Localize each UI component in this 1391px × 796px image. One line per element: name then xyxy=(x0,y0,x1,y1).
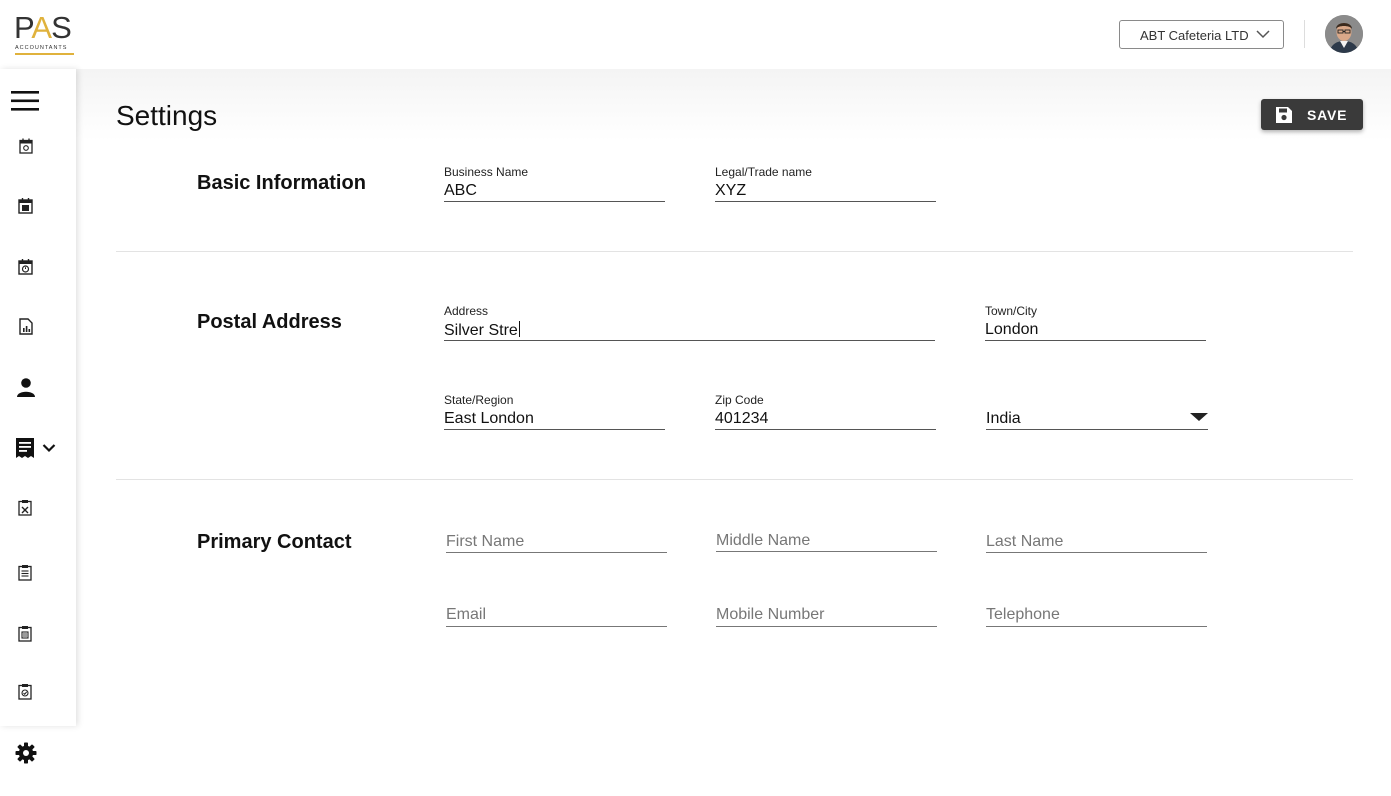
logo-underline xyxy=(15,53,74,55)
company-selector[interactable]: ABT Cafeteria LTD xyxy=(1119,20,1284,49)
zip-code-label: Zip Code xyxy=(715,393,764,407)
dropdown-arrow-icon xyxy=(1190,413,1208,421)
legal-trade-name-field[interactable]: Legal/Trade name XYZ xyxy=(715,165,936,202)
country-value: India xyxy=(986,410,1021,427)
zip-code-value: 401234 xyxy=(715,410,769,427)
section-title-basic-information: Basic Information xyxy=(197,172,366,194)
last-name-field[interactable]: Last Name xyxy=(986,521,1207,553)
section-title-primary-contact: Primary Contact xyxy=(197,531,352,553)
address-field[interactable]: Address Silver Stre xyxy=(444,304,935,341)
logo-letters: PAS xyxy=(14,10,72,45)
section-divider xyxy=(116,479,1353,480)
sidebar xyxy=(0,69,76,726)
report-icon[interactable] xyxy=(18,318,34,340)
mobile-number-field[interactable]: Mobile Number xyxy=(716,595,937,627)
business-name-label: Business Name xyxy=(444,165,529,179)
page-header-band xyxy=(76,69,1391,141)
business-name-value: ABC xyxy=(444,182,477,199)
calendar-clock-icon[interactable] xyxy=(18,258,34,280)
town-city-label: Town/City xyxy=(985,304,1038,318)
text-cursor xyxy=(518,321,520,337)
save-button[interactable]: SAVE xyxy=(1261,99,1363,130)
country-select[interactable]: India xyxy=(986,398,1208,430)
calendar-icon[interactable] xyxy=(19,138,33,159)
email-placeholder: Email xyxy=(446,606,487,623)
header-divider xyxy=(1304,20,1305,48)
receipt-icon[interactable] xyxy=(15,437,35,464)
mobile-number-placeholder: Mobile Number xyxy=(716,606,825,623)
first-name-placeholder: First Name xyxy=(446,533,525,550)
town-city-value: London xyxy=(985,321,1039,338)
clipboard-check-icon[interactable] xyxy=(18,683,32,705)
middle-name-placeholder: Middle Name xyxy=(716,532,811,549)
legal-trade-name-value: XYZ xyxy=(715,182,747,199)
chevron-down-icon[interactable] xyxy=(42,441,56,459)
clipboard-icon[interactable] xyxy=(18,499,32,521)
telephone-placeholder: Telephone xyxy=(986,606,1060,623)
chevron-down-icon xyxy=(1256,26,1270,47)
state-region-label: State/Region xyxy=(444,393,514,407)
pas-logo[interactable]: PAS ACCOUNTANTS xyxy=(14,12,76,58)
person-icon[interactable] xyxy=(16,377,36,402)
business-name-field[interactable]: Business Name ABC xyxy=(444,165,665,202)
app-root: PAS ACCOUNTANTS ABT Cafeteria LTD Settin… xyxy=(0,0,1391,796)
section-divider xyxy=(116,251,1353,252)
email-field[interactable]: Email xyxy=(446,595,667,627)
last-name-placeholder: Last Name xyxy=(986,533,1064,550)
logo-subtext: ACCOUNTANTS xyxy=(15,45,68,51)
address-value: Silver Stre xyxy=(444,322,518,339)
user-avatar[interactable] xyxy=(1325,15,1363,53)
gear-icon[interactable] xyxy=(14,741,38,770)
zip-code-field[interactable]: Zip Code 401234 xyxy=(715,393,936,430)
town-city-field[interactable]: Town/City London xyxy=(985,304,1206,341)
top-bar: PAS ACCOUNTANTS ABT Cafeteria LTD xyxy=(0,0,1391,69)
middle-name-field[interactable]: Middle Name xyxy=(716,520,937,552)
save-button-label: SAVE xyxy=(1307,107,1348,123)
clipboard-list-icon[interactable] xyxy=(18,564,32,586)
save-icon xyxy=(1275,106,1293,129)
clipboard-doc-icon[interactable] xyxy=(18,625,32,647)
state-region-value: East London xyxy=(444,410,534,427)
company-selector-label: ABT Cafeteria LTD xyxy=(1140,28,1249,43)
first-name-field[interactable]: First Name xyxy=(446,521,667,553)
legal-trade-name-label: Legal/Trade name xyxy=(715,165,812,179)
telephone-field[interactable]: Telephone xyxy=(986,595,1207,627)
calendar-edit-icon[interactable] xyxy=(18,197,34,219)
page-title: Settings xyxy=(116,100,218,131)
menu-icon[interactable] xyxy=(11,89,39,118)
state-region-field[interactable]: State/Region East London xyxy=(444,393,665,430)
section-title-postal-address: Postal Address xyxy=(197,311,342,333)
address-label: Address xyxy=(444,304,489,318)
